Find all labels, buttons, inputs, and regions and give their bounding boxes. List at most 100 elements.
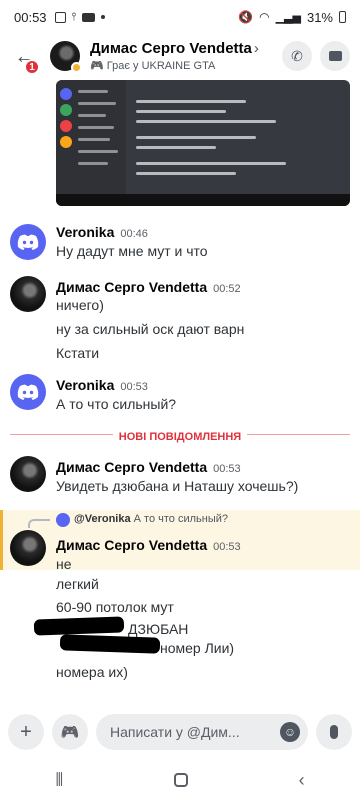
avatar[interactable] [10, 276, 46, 312]
author-name: Veronika [56, 224, 115, 240]
wifi-icon: ◠ [259, 10, 270, 24]
message-input[interactable]: Написати у @Дим... ☺ [96, 714, 308, 750]
video-call-button[interactable] [320, 41, 350, 71]
message-time: 00:53 [120, 381, 148, 393]
discord-logo-icon [17, 384, 39, 400]
attachment-message [136, 110, 226, 113]
message-author[interactable]: Димас Серго Vendetta 00:52 [56, 279, 241, 295]
message-author[interactable]: Veronika 00:53 [56, 377, 148, 393]
attachment-channel [78, 138, 110, 141]
attachment-channel [78, 150, 118, 153]
attachment-channel [78, 102, 116, 105]
attachment-message [136, 120, 276, 123]
more-notifications-icon [101, 15, 106, 19]
header-info[interactable]: Димас Серго Vendetta › 🎮 Грає у UKRAINE G… [90, 40, 274, 72]
call-button[interactable]: ✆ [282, 41, 312, 71]
author-name: Димас Серго Vendetta [56, 537, 208, 553]
reply-preview[interactable]: @Veronika А то что сильный? [74, 513, 228, 525]
header-activity: 🎮 Грає у UKRAINE GTA [90, 59, 274, 72]
status-time: 00:53 [14, 9, 47, 25]
attachment-server-icon [60, 104, 72, 116]
new-messages-label: НОВІ ПОВІДОМЛЕННЯ [112, 431, 248, 443]
idle-status-icon [71, 62, 82, 73]
back-button[interactable]: ← 1 [10, 41, 40, 75]
message-text: легкий [56, 576, 99, 592]
avatar[interactable] [10, 374, 46, 410]
activity-text: Грає у UKRAINE GTA [106, 60, 216, 72]
author-name: Димас Серго Vendetta [56, 459, 208, 475]
message-author[interactable]: Veronika 00:46 [56, 224, 148, 240]
image-attachment[interactable] [56, 80, 350, 206]
author-name: Димас Серго Vendetta [56, 279, 208, 295]
message-author[interactable]: Димас Серго Vendetta 00:53 [56, 537, 241, 553]
attachment-taskbar [56, 194, 350, 206]
reply-connector [28, 519, 50, 528]
author-name: Veronika [56, 377, 115, 393]
message-text: ДЗЮБАН [128, 621, 189, 637]
system-back-button[interactable]: ‹ [299, 770, 305, 791]
new-messages-label-wrap: НОВІ ПОВІДОМЛЕННЯ [0, 427, 360, 445]
avatar[interactable] [10, 224, 46, 260]
avatar[interactable] [10, 530, 46, 566]
message-text: номера их) [56, 664, 128, 680]
recent-apps-button[interactable]: ⦀ [55, 770, 63, 791]
message-text: 60-90 потолок мут [56, 599, 174, 615]
avatar[interactable] [10, 456, 46, 492]
discord-logo-icon [17, 234, 39, 250]
gamepad-icon: 🎮 [90, 60, 104, 72]
message-author[interactable]: Димас Серго Vendetta 00:53 [56, 459, 241, 475]
attachment-server-icon [60, 88, 72, 100]
chat-header: ← 1 Димас Серго Vendetta › 🎮 Грає у UKRAI… [0, 34, 360, 78]
reply-mention: @Veronika [74, 513, 131, 525]
battery-level: 31% [306, 9, 333, 25]
message-time: 00:53 [213, 463, 241, 475]
redaction-scribble [59, 634, 161, 654]
usb-icon: ⫯ [71, 10, 77, 23]
attachment-channel [78, 126, 114, 129]
home-button[interactable] [173, 773, 188, 787]
attachment-message [136, 146, 216, 149]
notification-icons: ⫯ [54, 10, 106, 24]
message-text: не [56, 556, 72, 572]
message-composer: + 🎮 Написати у @Дим... ☺ [0, 710, 360, 754]
status-bar: 00:53 ⫯ 🔇 ◠ ▁▃▅ 31% [0, 0, 360, 34]
signal-icon: ▁▃▅ [275, 11, 301, 24]
attachment-server-icon [60, 136, 72, 148]
attachment-message [136, 162, 286, 165]
header-title: Димас Серго Vendetta › [90, 40, 274, 57]
attachment-message [136, 172, 236, 175]
message-time: 00:46 [120, 228, 148, 240]
attachment-message [136, 100, 246, 103]
message-text: ну за сильный оск дают варн [56, 321, 245, 337]
gamepad-icon: 🎮 [60, 724, 80, 741]
youtube-icon [82, 12, 96, 22]
emoji-icon[interactable]: ☺ [280, 722, 300, 742]
message-time: 00:53 [213, 541, 241, 553]
message-text: Ну дадут мне мут и что [56, 243, 208, 259]
reply-avatar [56, 513, 70, 527]
voice-message-button[interactable] [316, 714, 352, 750]
message-time: 00:52 [213, 283, 241, 295]
battery-icon [339, 11, 346, 23]
message-input-placeholder: Написати у @Дим... [110, 724, 240, 740]
mute-icon: 🔇 [238, 10, 254, 24]
header-name: Димас Серго Vendetta [90, 40, 252, 57]
phone-icon: ✆ [291, 47, 303, 64]
attachment-message [136, 136, 256, 139]
message-text: ничего) [56, 297, 104, 313]
chevron-right-icon: › [253, 40, 259, 57]
plus-icon: + [20, 720, 32, 743]
header-avatar[interactable] [50, 41, 82, 73]
attachment-server-icon [60, 120, 72, 132]
message-text: номер Лии) [160, 640, 235, 656]
redaction-scribble [33, 616, 125, 636]
add-attachment-button[interactable]: + [8, 714, 44, 750]
attachment-channel [78, 114, 106, 117]
video-icon [328, 51, 342, 61]
attachment-channel [78, 162, 108, 165]
activities-button[interactable]: 🎮 [52, 714, 88, 750]
message-text: Кстати [56, 345, 100, 361]
gallery-icon [54, 11, 66, 23]
message-text: Увидеть дзюбана и Наташу хочешь?) [56, 478, 299, 494]
system-navigation-bar: ⦀ ‹ [0, 760, 360, 800]
